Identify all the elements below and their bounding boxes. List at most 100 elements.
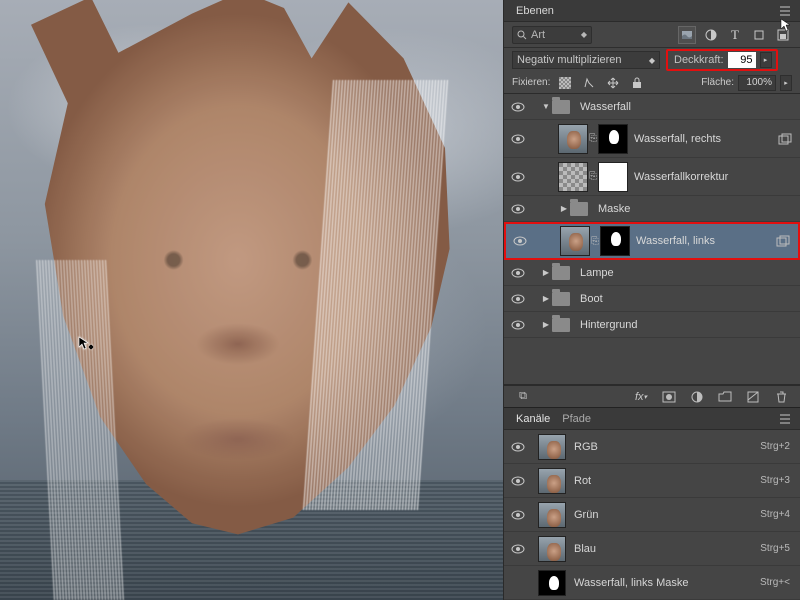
channels-menu-icon[interactable]	[776, 410, 794, 428]
layer-kind-search[interactable]: Art ◆	[512, 26, 592, 44]
fill-label: Fläche:	[701, 77, 734, 88]
layers-tab[interactable]: Ebenen	[510, 3, 560, 19]
layer-name: Wasserfallkorrektur	[634, 171, 728, 183]
layer-name: Wasserfall, rechts	[634, 133, 721, 145]
channel-row[interactable]: BlauStrg+5	[504, 532, 800, 566]
visibility-toggle[interactable]	[504, 102, 532, 112]
visibility-toggle[interactable]	[504, 320, 532, 330]
layer-name: Lampe	[580, 267, 614, 279]
channel-thumbnail	[538, 434, 566, 460]
opacity-input[interactable]: 95	[728, 52, 756, 68]
search-placeholder: Art	[531, 29, 545, 41]
smart-object-icon	[776, 235, 790, 247]
filter-pixel-icon[interactable]	[678, 26, 696, 44]
channel-thumbnail	[538, 502, 566, 528]
lock-all-icon[interactable]	[628, 74, 646, 92]
layer-filter-row: Art ◆ T	[504, 22, 800, 48]
lock-pixels-icon[interactable]	[580, 74, 598, 92]
visibility-toggle[interactable]	[504, 294, 532, 304]
blend-mode-select[interactable]: Negativ multiplizieren ◆	[512, 51, 660, 69]
channel-name: Blau	[574, 543, 596, 555]
visibility-toggle[interactable]	[504, 204, 532, 214]
mask-icon[interactable]	[660, 388, 678, 406]
layer-group[interactable]: ▶ Lampe	[504, 260, 800, 286]
channel-visibility[interactable]	[504, 476, 532, 486]
channel-thumbnail	[538, 536, 566, 562]
channel-name: Wasserfall, links Maske	[574, 577, 689, 589]
layer-group[interactable]: ▶ Maske	[504, 196, 800, 222]
filter-cursor-icon	[780, 18, 792, 34]
channel-visibility[interactable]	[504, 544, 532, 554]
layer-name: Wasserfall, links	[636, 235, 715, 247]
layers-footer: ⧉ fx▾	[504, 385, 800, 407]
visibility-toggle[interactable]	[506, 236, 534, 246]
fill-input[interactable]: 100%	[738, 75, 776, 91]
adjustment-layer-icon[interactable]	[688, 388, 706, 406]
mask-thumbnail[interactable]	[598, 124, 628, 154]
layer-thumbnail[interactable]	[558, 162, 588, 192]
mask-thumbnail[interactable]	[600, 226, 630, 256]
visibility-toggle[interactable]	[504, 134, 532, 144]
layer-name: Maske	[598, 203, 630, 215]
filter-type-icon[interactable]: T	[726, 26, 744, 44]
disclosure-icon[interactable]: ▶	[540, 320, 552, 329]
channel-shortcut: Strg+<	[760, 577, 790, 588]
filter-adjust-icon[interactable]	[702, 26, 720, 44]
layer-thumbnail[interactable]	[560, 226, 590, 256]
disclosure-icon[interactable]: ▶	[558, 204, 570, 213]
channel-row[interactable]: RGBStrg+2	[504, 430, 800, 464]
channel-name: Grün	[574, 509, 598, 521]
channel-row[interactable]: GrünStrg+4	[504, 498, 800, 532]
layer-name: Wasserfall	[580, 101, 631, 113]
disclosure-icon[interactable]: ▶	[540, 268, 552, 277]
opacity-group: Deckkraft: 95 ▸	[666, 49, 778, 71]
channel-visibility[interactable]	[504, 510, 532, 520]
layer-name: Boot	[580, 293, 603, 305]
channels-panel: Kanäle Pfade RGBStrg+2RotStrg+3GrünStrg+…	[504, 407, 800, 600]
channels-tabbar: Kanäle Pfade	[504, 408, 800, 430]
fx-icon[interactable]: fx▾	[632, 388, 650, 406]
link-mask-icon[interactable]: ⎘	[588, 171, 598, 182]
lock-label: Fixieren:	[512, 77, 550, 88]
channel-row[interactable]: Wasserfall, links Maske Strg+<	[504, 566, 800, 600]
link-mask-icon[interactable]: ⎘	[590, 236, 600, 247]
right-panel: Ebenen Art ◆ T Negativ multiplizieren ◆ …	[503, 0, 800, 600]
visibility-toggle[interactable]	[504, 172, 532, 182]
channel-name: RGB	[574, 441, 598, 453]
layer-row[interactable]: ⎘ Wasserfall, links	[504, 222, 800, 260]
search-icon	[517, 30, 527, 40]
filter-shape-icon[interactable]	[750, 26, 768, 44]
channels-tab[interactable]: Kanäle	[510, 411, 556, 427]
new-group-icon[interactable]	[716, 388, 734, 406]
disclosure-icon[interactable]: ▶	[540, 294, 552, 303]
channel-visibility[interactable]	[504, 442, 532, 452]
fill-stepper[interactable]: ▸	[780, 75, 792, 91]
layer-thumbnail[interactable]	[558, 124, 588, 154]
new-layer-icon[interactable]	[744, 388, 762, 406]
channel-shortcut: Strg+3	[760, 475, 790, 486]
link-mask-icon[interactable]: ⎘	[588, 133, 598, 144]
document-canvas[interactable]	[0, 0, 503, 600]
link-layers-icon[interactable]: ⧉	[514, 388, 532, 406]
folder-icon	[552, 100, 570, 114]
channel-row[interactable]: Rot Strg+3	[504, 464, 800, 498]
channels-list: RGBStrg+2RotStrg+3GrünStrg+4BlauStrg+5Wa…	[504, 430, 800, 600]
folder-icon	[570, 202, 588, 216]
channel-name: Rot	[574, 475, 591, 487]
disclosure-icon[interactable]: ▼	[540, 102, 552, 111]
opacity-stepper[interactable]: ▸	[760, 52, 772, 68]
folder-icon	[552, 292, 570, 306]
mask-thumbnail[interactable]	[598, 162, 628, 192]
layer-row[interactable]: ⎘ Wasserfall, rechts	[504, 120, 800, 158]
lock-transparent-icon[interactable]	[556, 74, 574, 92]
visibility-toggle[interactable]	[504, 268, 532, 278]
layer-group[interactable]: ▶ Boot	[504, 286, 800, 312]
layer-group[interactable]: ▼ Wasserfall	[504, 94, 800, 120]
opacity-label: Deckkraft:	[674, 54, 724, 66]
lock-position-icon[interactable]	[604, 74, 622, 92]
layer-row[interactable]: ⎘ Wasserfallkorrektur	[504, 158, 800, 196]
paths-tab[interactable]: Pfade	[556, 411, 597, 427]
layer-group[interactable]: ▶Hintergrund	[504, 312, 800, 338]
delete-layer-icon[interactable]	[772, 388, 790, 406]
layers-list: ▼ Wasserfall ⎘ Wasserfall, rechts ⎘ Wasserfal…	[504, 94, 800, 338]
